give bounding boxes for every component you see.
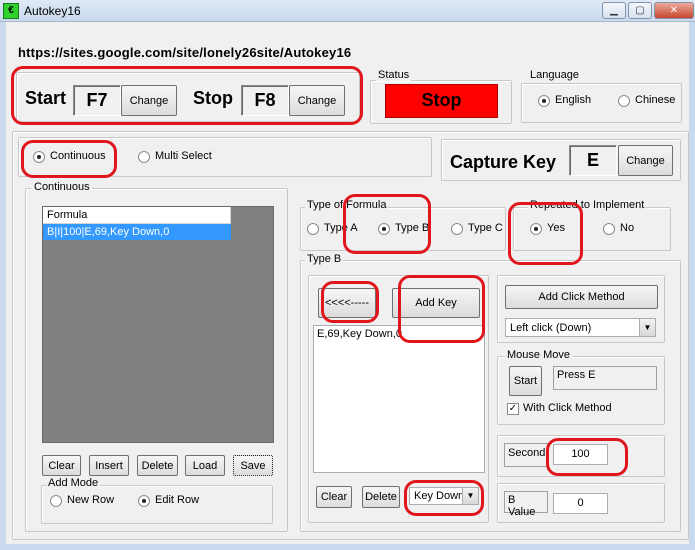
chevron-down-icon[interactable]: ▼ — [639, 319, 655, 336]
multi-select-label: Multi Select — [155, 150, 212, 162]
save-button[interactable]: Save — [233, 455, 273, 476]
formula-listview[interactable] — [42, 206, 274, 443]
english-label: English — [555, 94, 592, 106]
add-key-button[interactable]: Add Key — [392, 288, 480, 318]
repeated-legend: Repeated to Implement — [528, 199, 647, 211]
click-method-value: Left click (Down) — [510, 322, 592, 334]
multi-select-radio[interactable] — [138, 151, 150, 163]
chinese-label: Chinese — [635, 94, 676, 106]
insert-button[interactable]: Insert — [89, 455, 129, 476]
continuous-radio[interactable] — [33, 151, 45, 163]
new-row-radio[interactable] — [50, 495, 62, 507]
capture-key-field[interactable]: E — [569, 145, 617, 176]
clear-button[interactable]: Clear — [42, 455, 81, 476]
b-value-input[interactable]: 0 — [553, 493, 608, 514]
app-icon: € — [3, 3, 19, 19]
mouse-move-legend: Mouse Move — [505, 349, 572, 361]
window-title: Autokey16 — [24, 4, 81, 18]
chinese-radio[interactable] — [618, 95, 630, 107]
status-indicator: Stop — [385, 84, 498, 118]
language-legend: Language — [528, 69, 581, 81]
title-bar — [0, 0, 695, 22]
type-b-radio[interactable] — [378, 223, 390, 235]
type-b-legend: Type B — [305, 253, 344, 265]
close-button[interactable]: ✕ — [654, 2, 694, 19]
continuous-legend: Continuous — [32, 181, 92, 193]
type-c-label: Type C — [468, 222, 503, 234]
capture-key-label: Capture Key — [450, 152, 557, 172]
status-legend: Status — [376, 69, 412, 81]
start-change-button[interactable]: Change — [121, 85, 177, 116]
continuous-label: Continuous — [50, 150, 106, 162]
formula-column-header[interactable]: Formula — [43, 207, 231, 224]
stop-key-field[interactable]: F8 — [241, 85, 289, 116]
site-url[interactable]: https://sites.google.com/site/lonely26si… — [18, 45, 351, 60]
stop-change-button[interactable]: Change — [289, 85, 345, 116]
mouse-move-start-button[interactable]: Start — [509, 366, 542, 396]
b-value-label: B Value — [504, 491, 548, 518]
type-b-label: Type B — [395, 222, 430, 234]
edit-row-label: Edit Row — [155, 494, 200, 506]
key-list-item[interactable]: E,69,Key Down,0 — [317, 328, 481, 340]
chevron-down-icon[interactable]: ▼ — [462, 488, 478, 504]
add-click-method-button[interactable]: Add Click Method — [505, 285, 658, 309]
type-a-label: Type A — [324, 222, 358, 234]
start-key-field[interactable]: F7 — [73, 85, 121, 116]
repeat-no-label: No — [620, 222, 635, 234]
mouse-move-hint: Press E — [553, 366, 657, 390]
start-label: Start — [25, 88, 67, 108]
english-radio[interactable] — [538, 95, 550, 107]
repeat-no-radio[interactable] — [603, 223, 615, 235]
back-button[interactable]: <<<<----- — [318, 288, 376, 318]
maximize-button[interactable]: ▢ — [628, 2, 652, 19]
key-clear-button[interactable]: Clear — [316, 486, 352, 508]
with-click-label: With Click Method — [523, 402, 612, 414]
with-click-checkbox[interactable]: ✓ — [507, 403, 519, 415]
key-action-value: Key Down — [414, 490, 465, 502]
second-label: Second — [504, 443, 548, 467]
load-button[interactable]: Load — [185, 455, 225, 476]
key-delete-button[interactable]: Delete — [362, 486, 400, 508]
type-a-radio[interactable] — [307, 223, 319, 235]
second-input[interactable]: 100 — [553, 444, 608, 465]
repeat-yes-radio[interactable] — [530, 223, 542, 235]
click-method-select[interactable]: Left click (Down) ▼ — [505, 318, 656, 337]
type-c-radio[interactable] — [451, 223, 463, 235]
type-of-formula-legend: Type of Formula — [305, 199, 389, 211]
delete-button[interactable]: Delete — [137, 455, 178, 476]
repeat-yes-label: Yes — [547, 222, 565, 234]
key-list-box[interactable]: E,69,Key Down,0 — [313, 325, 485, 473]
key-action-select[interactable]: Key Down ▼ — [409, 487, 479, 505]
add-mode-legend: Add Mode — [46, 477, 101, 489]
minimize-button[interactable]: ▁ — [602, 2, 626, 19]
new-row-label: New Row — [67, 494, 115, 506]
formula-row[interactable]: B|I|100|E,69,Key Down,0 — [43, 224, 231, 240]
stop-label: Stop — [193, 88, 233, 108]
edit-row-radio[interactable] — [138, 495, 150, 507]
capture-change-button[interactable]: Change — [618, 145, 673, 176]
